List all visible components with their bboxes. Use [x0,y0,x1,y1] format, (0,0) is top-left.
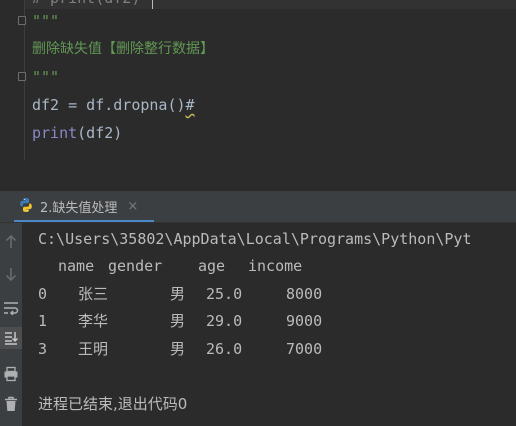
table-header-row: name gender age income [38,255,508,277]
panel-divider[interactable] [0,160,516,191]
code-assign-prefix: df2 = df. [32,96,114,114]
cell-gender: 男 [170,312,186,330]
python-icon [18,197,34,217]
code-line-print-comment[interactable]: # print(df2) [32,0,140,9]
row-index: 3 [38,340,48,358]
row-index: 0 [38,285,48,303]
code-line-print[interactable]: print(df2) [32,122,122,144]
column-header: age [198,257,226,275]
cell-name: 李华 [78,312,109,330]
console-output[interactable]: C:\Users\35802\AppData\Local\Programs\Py… [22,223,516,426]
print-icon[interactable] [0,363,22,385]
column-header: income [248,257,303,275]
active-tab-indicator [14,220,154,222]
text-caret [152,0,153,9]
cell-age: 25.0 [206,285,243,303]
column-header: name [58,257,95,275]
up-arrow-icon[interactable] [0,231,22,253]
table-row: 0 张三 男 25.0 8000 [38,283,508,305]
code-editor[interactable]: # print(df2) """ 删除缺失值【删除整行数据】 """ df2 =… [0,0,516,160]
soft-wrap-icon[interactable] [0,297,22,319]
close-icon[interactable]: × [127,199,138,214]
code-dropna-call: dropna() [113,96,186,114]
process-exit-message: 进程已结束,退出代码0 [38,395,188,413]
run-tool-window-header: 2.缺失值处理 × [0,191,516,223]
cell-age: 26.0 [206,340,243,358]
docstring-close[interactable]: """ [32,66,59,88]
code-print-args: (df2) [77,124,123,142]
code-comment-hash: # [185,96,195,114]
docstring-text[interactable]: 删除缺失值【删除整行数据】 [32,38,214,60]
fold-marker-icon[interactable] [18,72,26,81]
cell-income: 7000 [286,340,323,358]
cell-gender: 男 [170,340,186,358]
column-header: gender [108,257,163,275]
cell-gender: 男 [170,285,186,303]
console-toolbar [0,223,22,426]
table-row: 1 李华 男 29.0 9000 [38,310,508,332]
docstring-open[interactable]: """ [32,10,59,32]
cell-name: 张三 [78,285,109,303]
code-line-dropna[interactable]: df2 = df.dropna()# [32,94,195,116]
cell-name: 王明 [78,340,109,358]
row-index: 1 [38,312,48,330]
fold-marker-icon[interactable] [18,16,26,25]
run-tab[interactable]: 2.缺失值处理 × [14,191,146,222]
console-path-line: C:\Users\35802\AppData\Local\Programs\Py… [38,230,472,248]
down-arrow-icon[interactable] [0,263,22,285]
table-row: 3 王明 男 26.0 7000 [38,338,508,360]
cell-income: 8000 [286,285,323,303]
cell-age: 29.0 [206,312,243,330]
code-print-builtin: print [32,124,78,142]
run-tab-label: 2.缺失值处理 [40,201,118,216]
trash-icon[interactable] [0,393,22,415]
cell-income: 9000 [286,312,323,330]
scroll-to-end-icon[interactable] [0,327,22,349]
